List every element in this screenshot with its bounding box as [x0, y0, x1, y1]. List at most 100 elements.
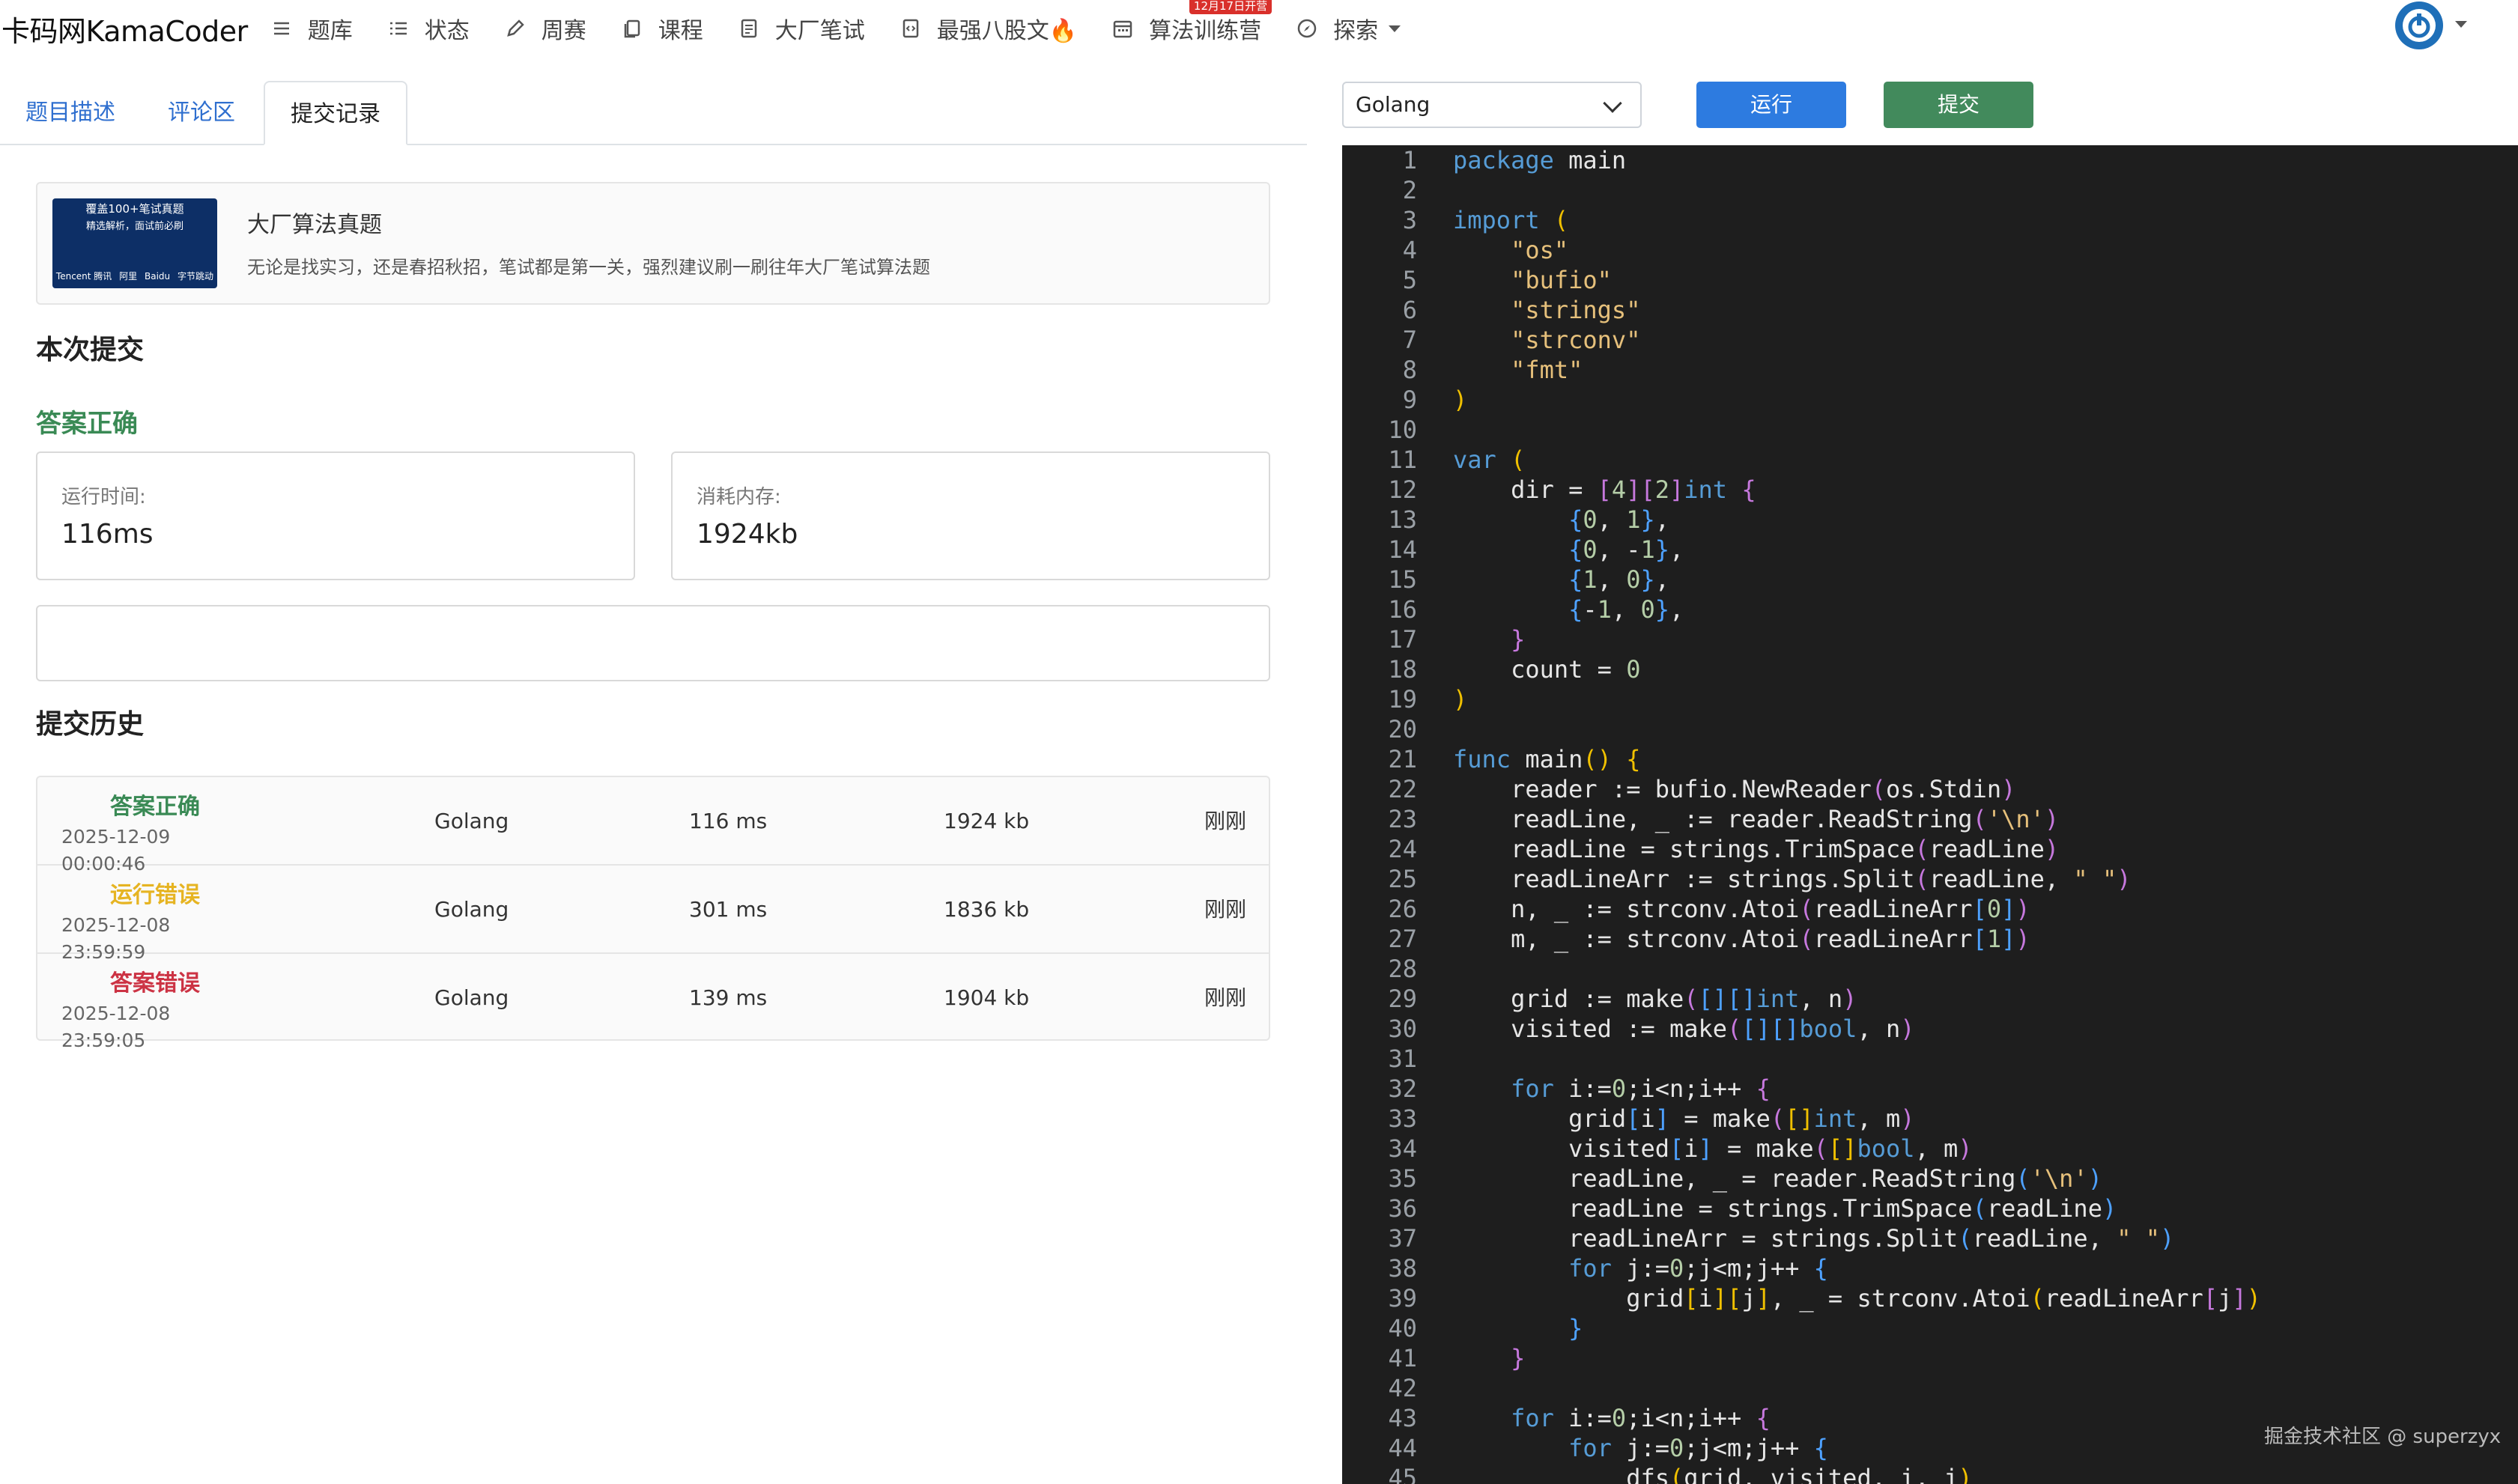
code-line: 8 "fmt" — [1342, 355, 2518, 385]
line-number: 26 — [1388, 895, 1417, 923]
logo-baidu: Baidu — [145, 271, 171, 282]
code-text: package main — [1453, 146, 1627, 174]
code-text: "os" — [1511, 236, 1569, 264]
code-text: visited := make([][]bool, n) — [1453, 1015, 1915, 1043]
line-number: 27 — [1388, 925, 1417, 953]
code-line: 7 "strconv" — [1342, 325, 2518, 355]
code-line: 12 dir = [4][2]int { — [1342, 475, 2518, 505]
user-avatar[interactable] — [2395, 1, 2443, 49]
runtime-card: 运行时间: 116ms — [36, 451, 635, 580]
line-number: 2 — [1402, 176, 1417, 204]
nav-item-1[interactable]: 状态 — [387, 12, 470, 45]
logo-tencent: Tencent 腾讯 — [55, 271, 112, 282]
nav-item-5[interactable]: 最强八股文🔥 — [899, 12, 1077, 45]
code-text: readLine, _ = reader.ReadString('\n') — [1453, 1164, 2102, 1193]
history-when: 刚刚 — [1204, 809, 1247, 833]
nav-item-label: 课程 — [658, 18, 703, 44]
line-number: 44 — [1388, 1434, 1417, 1462]
promo-banner[interactable]: 覆盖100+笔试真题 精选解析，面试前必刷 Tencent 腾讯 阿里 Baid… — [36, 182, 1270, 305]
code-text: "strings" — [1511, 296, 1641, 324]
code-line: 29 grid := make([][]int, n) — [1342, 984, 2518, 1014]
line-number: 30 — [1388, 1015, 1417, 1043]
tab-comments[interactable]: 评论区 — [142, 81, 261, 145]
code-line: 23 readLine, _ := reader.ReadString('\n'… — [1342, 804, 2518, 834]
code-line: 16 {-1, 0}, — [1342, 594, 2518, 624]
line-number: 21 — [1388, 745, 1417, 773]
brand-logo[interactable]: 卡码网KamaCoder — [1, 8, 248, 49]
nav-item-3[interactable]: 课程 — [621, 12, 703, 45]
nav-item-2[interactable]: 周赛 — [504, 12, 586, 45]
code-line: 42 — [1342, 1373, 2518, 1403]
power-icon — [2403, 9, 2436, 42]
chevron-down-icon — [1389, 25, 1401, 32]
code-line: 40 } — [1342, 1313, 2518, 1343]
code-text: m, _ := strconv.Atoi(readLineArr[1]) — [1453, 925, 2030, 953]
line-number: 1 — [1402, 146, 1417, 174]
run-button[interactable]: 运行 — [1696, 82, 1846, 128]
line-number: 38 — [1388, 1254, 1417, 1283]
problem-panel: 题目描述 评论区 提交记录 覆盖100+笔试真题 精选解析，面试前必刷 Tenc… — [0, 57, 1307, 1484]
code-line: 45 dfs(grid, visited, i, j) — [1342, 1463, 2518, 1484]
watermark: 掘金技术社区 @ superzyx — [2264, 1426, 2502, 1448]
line-number: 7 — [1402, 326, 1417, 354]
nav-item-0[interactable]: 题库 — [270, 12, 353, 45]
submit-button[interactable]: 提交 — [1884, 82, 2033, 128]
history-status: 运行错误 2025-12-08 23:59:59 — [61, 879, 249, 966]
code-text: grid[i][j], _ = strconv.Atoi(readLineArr… — [1453, 1284, 2261, 1313]
code-line: 27 m, _ := strconv.Atoi(readLineArr[1]) — [1342, 924, 2518, 954]
code-text: for j:=0;j<m;j++ { — [1568, 1254, 1828, 1283]
line-number: 42 — [1388, 1374, 1417, 1402]
code-text: n, _ := strconv.Atoi(readLineArr[0]) — [1453, 895, 2030, 923]
nav-item-6[interactable]: 算法训练营 12月17日开营 — [1111, 0, 1272, 45]
code-text: grid := make([][]int, n) — [1453, 985, 1857, 1013]
code-line: 39 grid[i][j], _ = strconv.Atoi(readLine… — [1342, 1283, 2518, 1313]
code-text: {1, 0}, — [1568, 565, 1669, 594]
line-number: 33 — [1388, 1104, 1417, 1133]
nav-item-4[interactable]: 大厂笔试 — [738, 12, 865, 45]
history-memory: 1836 kb — [944, 897, 1030, 922]
list-icon — [270, 17, 293, 40]
code-line: 19) — [1342, 684, 2518, 714]
code-line: 17 } — [1342, 624, 2518, 654]
line-number: 3 — [1402, 206, 1417, 234]
editor-toolbar: Golang 运行 提交 — [1307, 57, 2518, 145]
history-time: 139 ms — [689, 985, 768, 1010]
tab-submissions[interactable]: 提交记录 — [264, 81, 407, 145]
code-text: {0, -1}, — [1568, 535, 1684, 564]
nav-item-7[interactable]: 探索 — [1296, 12, 1401, 45]
history-status-text[interactable]: 运行错误 — [61, 879, 249, 912]
line-number: 25 — [1388, 865, 1417, 893]
code-text: func main() { — [1453, 745, 1641, 773]
line-number: 34 — [1388, 1134, 1417, 1163]
document-icon — [738, 17, 760, 40]
editor-panel: Golang 运行 提交 1 package main 2 3 import (4 "o… — [1307, 57, 2518, 1484]
code-line: 1 package main — [1342, 145, 2518, 175]
problem-tabs: 题目描述 评论区 提交记录 — [0, 81, 1307, 145]
line-number: 28 — [1388, 955, 1417, 983]
table-row[interactable]: 答案正确 2025-12-09 00:00:46 Golang 116 ms 1924 … — [37, 777, 1269, 875]
table-row[interactable]: 答案错误 2025-12-08 23:59:05 Golang 139 ms 1904 … — [37, 954, 1269, 1051]
logo-bytedance: 字节跳动 — [178, 271, 214, 282]
history-status-text[interactable]: 答案正确 — [61, 791, 249, 824]
tab-description[interactable]: 题目描述 — [0, 81, 141, 145]
promo-image-line2: 精选解析，面试前必刷 — [85, 221, 183, 232]
code-text: readLineArr = strings.Split(readLine, " … — [1453, 1224, 2175, 1253]
code-line: 26 n, _ := strconv.Atoi(readLineArr[0]) — [1342, 894, 2518, 924]
chevron-down-icon[interactable] — [2455, 21, 2467, 28]
code-editor[interactable]: 1 package main 2 3 import (4 "os" 5 "bufio" 6 … — [1342, 145, 2518, 1484]
code-text: "strconv" — [1511, 326, 1641, 354]
promo-image-logos: Tencent 腾讯 阿里 Baidu 字节跳动 — [52, 269, 217, 284]
code-text: readLine, _ := reader.ReadString('\n') — [1453, 805, 2060, 833]
code-line: 24 readLine = strings.TrimSpace(readLine… — [1342, 834, 2518, 864]
line-number: 4 — [1402, 236, 1417, 264]
history-heading: 提交历史 — [36, 709, 145, 740]
code-line: 33 grid[i] = make([]int, m) — [1342, 1104, 2518, 1134]
nav-item-label: 题库 — [307, 18, 353, 44]
line-number: 23 — [1388, 805, 1417, 833]
table-row[interactable]: 运行错误 2025-12-08 23:59:59 Golang 301 ms 1836 … — [37, 866, 1269, 963]
history-memory: 1904 kb — [944, 985, 1030, 1010]
history-status-text[interactable]: 答案错误 — [61, 967, 249, 1000]
language-select[interactable]: Golang — [1342, 82, 1642, 128]
line-number: 35 — [1388, 1164, 1417, 1193]
history-memory: 1924 kb — [944, 809, 1030, 833]
